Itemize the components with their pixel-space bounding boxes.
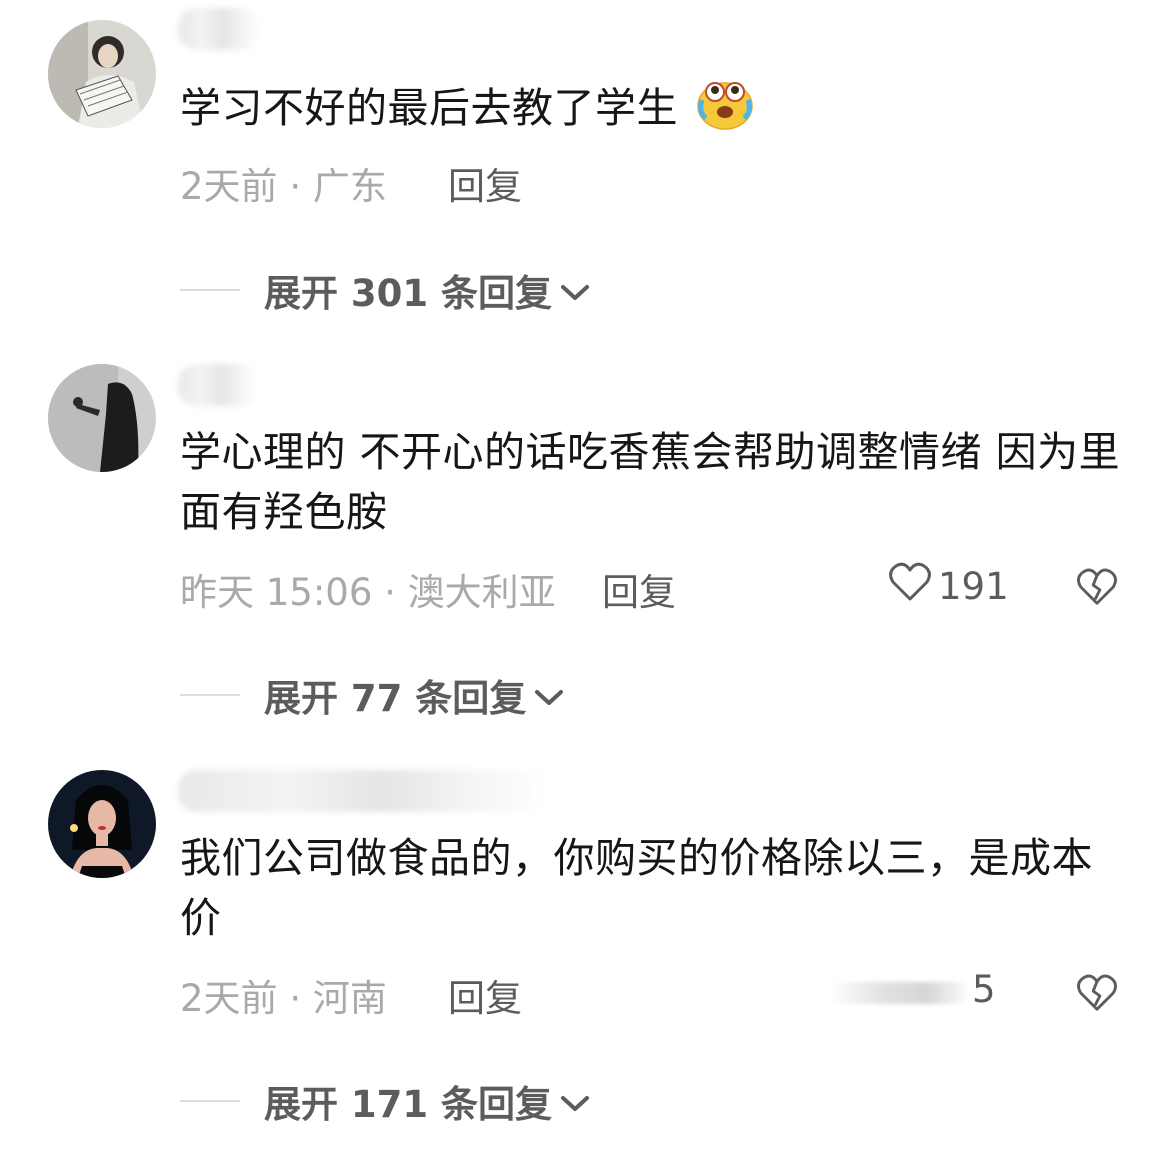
separator: · <box>384 571 396 614</box>
crying-laughing-face-icon <box>696 76 754 146</box>
timestamp: 昨天 15:06 <box>180 571 373 614</box>
expand-label: 展开 301 条回复 <box>264 272 552 315</box>
chevron-down-icon <box>534 674 564 717</box>
avatar[interactable] <box>48 770 156 878</box>
chevron-down-icon <box>560 269 590 312</box>
username-blurred[interactable] <box>178 770 548 812</box>
timestamp: 2天前 <box>180 165 278 208</box>
comment-meta: 2天前 · 广东 <box>180 156 387 210</box>
timestamp: 2天前 <box>180 977 278 1020</box>
expand-label: 展开 171 条回复 <box>264 1083 552 1126</box>
divider <box>180 694 240 696</box>
username-blurred[interactable] <box>178 8 260 50</box>
location: 广东 <box>312 165 387 208</box>
avatar[interactable] <box>48 364 156 472</box>
divider <box>180 1100 240 1102</box>
expand-label: 展开 77 条回复 <box>264 677 527 720</box>
separator: · <box>289 165 302 208</box>
comment-text: 学习不好的最后去教了学生 <box>180 76 1130 146</box>
broken-heart-icon <box>1076 974 1118 1017</box>
heart-outline-icon <box>888 562 932 611</box>
reply-button[interactable]: 回复 <box>448 156 522 210</box>
like-count: 5 <box>972 968 996 1011</box>
comment-meta: 2天前 · 河南 <box>180 968 387 1022</box>
location: 河南 <box>312 977 387 1020</box>
chevron-down-icon <box>560 1080 590 1123</box>
location: 澳大利亚 <box>407 571 556 614</box>
broken-heart-icon <box>1076 568 1118 611</box>
avatar[interactable] <box>48 20 156 128</box>
dislike-button[interactable] <box>1076 567 1118 611</box>
like-count: 191 <box>938 565 1009 608</box>
divider <box>180 289 240 291</box>
comment-text: 学心理的 不开心的话吃香蕉会帮助调整情绪 因为里面有羟色胺 <box>180 428 1121 536</box>
reply-button[interactable]: 回复 <box>448 968 522 1022</box>
username-blurred[interactable] <box>178 364 258 406</box>
expand-replies-button[interactable]: 展开 171 条回复 <box>180 1074 590 1128</box>
expand-replies-button[interactable]: 展开 301 条回复 <box>180 263 590 317</box>
like-button[interactable]: 5 <box>972 968 996 1011</box>
like-button-blurred[interactable] <box>830 982 970 1004</box>
separator: · <box>289 977 302 1020</box>
comment-meta: 昨天 15:06 · 澳大利亚 <box>180 562 556 616</box>
dislike-button[interactable] <box>1076 973 1118 1017</box>
reply-button[interactable]: 回复 <box>602 562 676 616</box>
expand-replies-button[interactable]: 展开 77 条回复 <box>180 668 564 722</box>
comment-text: 我们公司做食品的，你购买的价格除以三，是成本价 <box>180 834 1093 942</box>
like-button[interactable]: 191 <box>888 562 1009 611</box>
